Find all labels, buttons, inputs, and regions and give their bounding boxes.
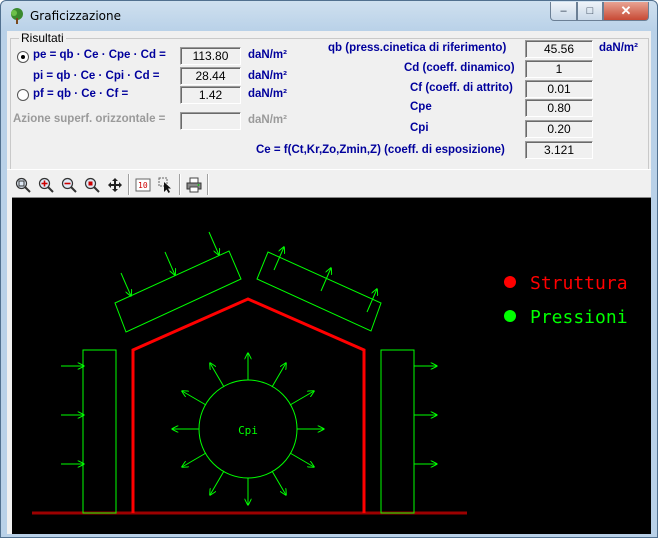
pf-unit: daN/m² bbox=[248, 88, 287, 100]
select-pointer-icon[interactable] bbox=[156, 175, 176, 194]
left-roof-pressure bbox=[114, 231, 242, 333]
close-button[interactable]: ✕ bbox=[603, 2, 649, 21]
svg-text:10: 10 bbox=[138, 181, 148, 190]
window-title: Graficizzazione bbox=[30, 9, 121, 23]
left-wall-pressure bbox=[61, 349, 117, 514]
pe-formula-label: pe = qb · Ce · Cpe · Cd = bbox=[33, 49, 166, 61]
maximize-button[interactable]: □ bbox=[577, 2, 603, 21]
cpe-value: 0.80 bbox=[525, 99, 593, 117]
pe-value: 113.80 bbox=[180, 47, 241, 65]
pf-value: 1.42 bbox=[180, 86, 241, 104]
client-area: Risultati pe = qb · Ce · Cpe · Cd = 113.… bbox=[7, 31, 651, 534]
qb-label: qb (press.cinetica di riferimento) bbox=[328, 42, 507, 54]
toolbar-separator bbox=[128, 174, 130, 195]
legend-pressioni-label: Pressioni bbox=[530, 307, 628, 328]
text-icon[interactable]: 10 bbox=[133, 175, 153, 194]
toolbar-separator bbox=[207, 174, 209, 195]
right-wall-pressure bbox=[380, 349, 437, 514]
pi-value: 28.44 bbox=[180, 67, 241, 85]
right-roof-pressure bbox=[256, 247, 382, 332]
pi-formula-label: pi = qb · Ce · Cpi · Cd = bbox=[33, 70, 160, 82]
legend-pressioni-marker bbox=[504, 310, 516, 322]
results-group-title: Risultati bbox=[19, 31, 66, 45]
cpi-label: Cpi bbox=[410, 122, 429, 134]
azione-unit: daN/m² bbox=[248, 114, 287, 126]
cpi-drawing-label: Cpi bbox=[238, 424, 258, 437]
drawing-canvas[interactable]: Cpi Struttura Pressioni bbox=[12, 197, 651, 534]
zoom-fit-icon[interactable] bbox=[13, 175, 33, 194]
title-bar[interactable]: Graficizzazione – □ ✕ bbox=[1, 1, 657, 31]
cf-label: Cf (coeff. di attrito) bbox=[410, 82, 513, 94]
azione-label: Azione superf. orizzontale = bbox=[13, 113, 166, 125]
pan-icon[interactable] bbox=[105, 175, 125, 194]
cf-value: 0.01 bbox=[525, 80, 593, 98]
cpe-label: Cpe bbox=[410, 101, 432, 113]
toolbar-separator bbox=[179, 174, 181, 195]
cd-value: 1 bbox=[525, 60, 593, 78]
pe-radio[interactable] bbox=[17, 51, 29, 63]
cd-label: Cd (coeff. dinamico) bbox=[404, 62, 515, 74]
app-window: Graficizzazione – □ ✕ Risultati pe = qb … bbox=[0, 0, 658, 538]
qb-value: 45.56 bbox=[525, 40, 593, 58]
legend-struttura-label: Struttura bbox=[530, 273, 628, 294]
ce-value: 3.121 bbox=[525, 141, 593, 159]
pi-unit: daN/m² bbox=[248, 70, 287, 82]
cpi-value: 0.20 bbox=[525, 120, 593, 138]
legend-struttura-marker bbox=[504, 276, 516, 288]
tree-icon bbox=[11, 8, 23, 24]
zoom-in-icon[interactable] bbox=[36, 175, 56, 194]
ce-label: Ce = f(Ct,Kr,Zo,Zmin,Z) (coeff. di espos… bbox=[256, 144, 505, 156]
pf-radio[interactable] bbox=[17, 89, 29, 101]
minimize-button[interactable]: – bbox=[550, 2, 577, 21]
zoom-window-icon[interactable] bbox=[82, 175, 102, 194]
zoom-out-icon[interactable] bbox=[59, 175, 79, 194]
pressure-diagram: Cpi Struttura Pressioni bbox=[32, 231, 628, 515]
qb-unit: daN/m² bbox=[599, 42, 638, 54]
pf-formula-label: pf = qb · Ce · Cf = bbox=[33, 88, 129, 100]
print-icon[interactable] bbox=[184, 175, 204, 194]
pe-unit: daN/m² bbox=[248, 49, 287, 61]
azione-value bbox=[180, 112, 241, 130]
drawing-toolbar: 10 bbox=[7, 169, 651, 197]
